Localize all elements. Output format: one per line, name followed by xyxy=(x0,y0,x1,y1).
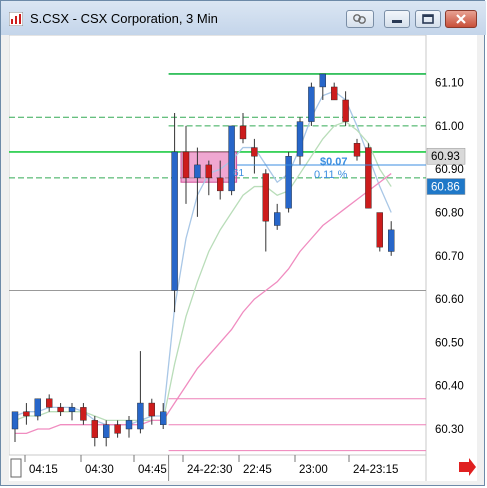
x-tick-label: 04:45 xyxy=(138,464,167,476)
candle-body[interactable] xyxy=(376,212,383,248)
candle-body[interactable] xyxy=(57,407,64,412)
candle-body[interactable] xyxy=(365,147,372,209)
close-button[interactable] xyxy=(445,10,477,28)
candle[interactable] xyxy=(365,143,372,209)
candle-body[interactable] xyxy=(171,151,178,291)
candle-body[interactable] xyxy=(46,398,53,408)
candle-body[interactable] xyxy=(353,143,361,157)
candle-body[interactable] xyxy=(23,411,30,417)
change-value: $0.07 xyxy=(320,156,348,168)
x-axis-scroll-handle[interactable] xyxy=(10,458,22,478)
change-percent: 0.11 % xyxy=(314,169,348,181)
candle-body[interactable] xyxy=(194,164,201,179)
chart-area[interactable]: 61.10 61.00 60.90 60.80 60.70 60.60 60.50 60.40… xyxy=(8,34,477,481)
candle-body[interactable] xyxy=(80,407,87,421)
y-tick-label: 60.70 xyxy=(435,251,464,263)
candle-body[interactable] xyxy=(319,73,326,88)
candle-body[interactable] xyxy=(388,229,395,252)
y-tick-label: 60.40 xyxy=(435,381,464,393)
y-tick-label: 60.60 xyxy=(435,294,464,306)
candle-body[interactable] xyxy=(285,156,292,209)
candle-body[interactable] xyxy=(11,411,19,430)
minimize-button[interactable] xyxy=(384,10,410,28)
candle-body[interactable] xyxy=(91,420,99,438)
candle[interactable] xyxy=(376,212,383,252)
candle-body[interactable] xyxy=(137,402,144,430)
y-tick-label: 60.50 xyxy=(435,337,464,349)
x-tick-label: 04:15 xyxy=(29,464,58,476)
candle[interactable] xyxy=(308,82,315,126)
link-icon xyxy=(353,14,366,24)
link-button[interactable] xyxy=(346,10,374,28)
candle-body[interactable] xyxy=(342,99,349,122)
bar-count-marker: 61 xyxy=(233,168,245,179)
candle-body[interactable] xyxy=(102,424,110,438)
candle-body[interactable] xyxy=(159,411,167,425)
candle-body[interactable] xyxy=(182,151,190,179)
app-icon xyxy=(9,12,23,26)
candle-body[interactable] xyxy=(262,173,270,222)
y-axis: 61.10 61.00 60.90 60.80 60.70 60.60 60.50 60.40… xyxy=(435,78,464,436)
candle-body[interactable] xyxy=(239,125,247,140)
close-icon xyxy=(456,14,466,24)
x-tick-label: 24-23:15 xyxy=(353,464,398,476)
candle[interactable] xyxy=(228,125,235,196)
candle[interactable] xyxy=(285,151,292,213)
candle-body[interactable] xyxy=(68,407,76,412)
candle-body[interactable] xyxy=(274,212,281,226)
candle-body[interactable] xyxy=(331,86,338,101)
window-title: S.CSX - CSX Corporation, 3 Min xyxy=(30,11,218,26)
y-tick-label: 60.30 xyxy=(435,424,464,436)
candle-body[interactable] xyxy=(308,86,315,122)
minimize-icon xyxy=(392,20,402,23)
candle-body[interactable] xyxy=(296,121,304,157)
price-badge-label: 60.93 xyxy=(431,151,460,163)
price-chart[interactable]: 61.10 61.00 60.90 60.80 60.70 60.60 60.50 60.40… xyxy=(8,34,477,481)
candle-body[interactable] xyxy=(125,420,133,430)
maximize-icon xyxy=(422,14,434,24)
x-tick-label: 22:45 xyxy=(243,464,272,476)
y-tick-label: 60.80 xyxy=(435,208,464,220)
x-tick-label: 24-22:30 xyxy=(187,464,232,476)
price-badge: 60.86 xyxy=(426,178,466,195)
candle-body[interactable] xyxy=(216,177,224,192)
candle-body[interactable] xyxy=(148,402,156,417)
title-bar[interactable]: S.CSX - CSX Corporation, 3 Min xyxy=(1,1,486,35)
y-tick-label: 60.90 xyxy=(435,164,464,176)
chart-window: S.CSX - CSX Corporation, 3 Min 61.10 61.… xyxy=(0,0,486,486)
maximize-button[interactable] xyxy=(415,10,441,28)
candle-body[interactable] xyxy=(114,424,121,434)
x-tick-label: 04:30 xyxy=(85,464,114,476)
candle-body[interactable] xyxy=(228,125,235,192)
y-tick-label: 61.00 xyxy=(435,121,464,133)
candle-body[interactable] xyxy=(34,398,41,417)
price-badge: 60.93 xyxy=(426,147,466,165)
price-badge-label: 60.86 xyxy=(431,182,460,194)
x-tick-label: 23:00 xyxy=(299,464,328,476)
y-tick-label: 61.10 xyxy=(435,78,464,90)
candle-body[interactable] xyxy=(251,147,258,157)
candle-body[interactable] xyxy=(205,164,213,179)
